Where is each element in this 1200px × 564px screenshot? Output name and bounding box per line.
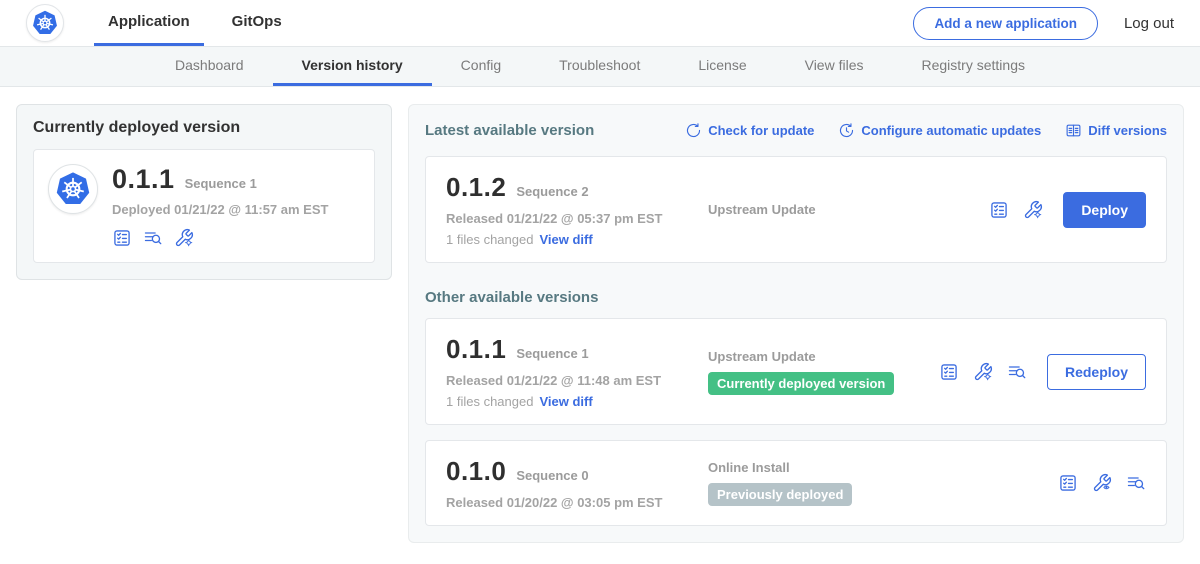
version-row-0.1.2: 0.1.2 Sequence 2 Released 01/21/22 @ 05:… (425, 156, 1167, 263)
diff-icon (1065, 122, 1082, 139)
header-tab-gitops[interactable]: GitOps (218, 0, 296, 46)
logout-link[interactable]: Log out (1124, 15, 1174, 32)
kubernetes-logo-icon (31, 9, 59, 37)
subnav-tab-registry-settings[interactable]: Registry settings (893, 47, 1054, 86)
version-sequence: Sequence 2 (516, 184, 588, 199)
view-logs-icon[interactable] (143, 228, 163, 248)
view-diff-link[interactable]: View diff (539, 394, 592, 409)
refresh-icon (685, 122, 702, 139)
release-notes-icon[interactable] (112, 228, 132, 248)
app-subnav: Dashboard Version history Config Trouble… (0, 46, 1200, 87)
version-row-0.1.0: 0.1.0 Sequence 0 Released 01/20/22 @ 03:… (425, 440, 1167, 526)
scheduled-update-icon (838, 122, 855, 139)
subnav-tab-config[interactable]: Config (432, 47, 530, 86)
edit-config-icon[interactable] (1023, 200, 1043, 220)
subnav-tab-dashboard[interactable]: Dashboard (146, 47, 273, 86)
subnav-tab-view-files[interactable]: View files (776, 47, 893, 86)
version-row-0.1.1: 0.1.1 Sequence 1 Released 01/21/22 @ 11:… (425, 318, 1167, 425)
version-sequence: Sequence 1 (516, 346, 588, 361)
configure-automatic-updates-link[interactable]: Configure automatic updates (838, 122, 1041, 139)
top-header: Application GitOps Add a new application… (0, 0, 1200, 46)
diff-versions-link[interactable]: Diff versions (1065, 122, 1167, 139)
edit-config-icon[interactable] (973, 362, 993, 382)
subnav-tab-license[interactable]: License (669, 47, 775, 86)
version-source: Upstream Update (708, 349, 816, 364)
previously-deployed-badge: Previously deployed (708, 483, 852, 506)
add-application-button[interactable]: Add a new application (913, 7, 1098, 40)
version-released: Released 01/21/22 @ 11:48 am EST (446, 373, 708, 388)
deploy-button[interactable]: Deploy (1063, 192, 1146, 228)
version-number: 0.1.1 (446, 334, 506, 365)
files-changed: 1 files changedView diff (446, 232, 708, 247)
version-released: Released 01/21/22 @ 05:37 pm EST (446, 211, 708, 226)
deployed-version-card: 0.1.1 Sequence 1 Deployed 01/21/22 @ 11:… (33, 149, 375, 263)
deployed-timestamp: Deployed 01/21/22 @ 11:57 am EST (112, 202, 328, 217)
view-logs-icon[interactable] (1126, 473, 1146, 493)
release-notes-icon[interactable] (989, 200, 1009, 220)
subnav-tab-troubleshoot[interactable]: Troubleshoot (530, 47, 669, 86)
main-content: Currently deployed version (0, 87, 1200, 543)
version-history-panel: Latest available version Check for updat… (408, 104, 1184, 543)
version-source: Upstream Update (708, 202, 816, 217)
deployed-sequence: Sequence 1 (185, 176, 257, 191)
release-notes-icon[interactable] (939, 362, 959, 382)
subnav-tab-version-history[interactable]: Version history (273, 47, 432, 86)
kubernetes-logo[interactable] (26, 4, 64, 42)
header-tab-application[interactable]: Application (94, 0, 204, 46)
currently-deployed-title: Currently deployed version (33, 119, 375, 137)
app-logo (48, 164, 98, 214)
version-number: 0.1.0 (446, 456, 506, 487)
check-for-update-link[interactable]: Check for update (685, 122, 814, 139)
other-versions-heading: Other available versions (425, 289, 1167, 306)
currently-deployed-badge: Currently deployed version (708, 372, 894, 395)
view-config-icon[interactable] (1092, 473, 1112, 493)
view-logs-icon[interactable] (1007, 362, 1027, 382)
version-sequence: Sequence 0 (516, 468, 588, 483)
deployed-version-info: 0.1.1 Sequence 1 Deployed 01/21/22 @ 11:… (112, 164, 328, 248)
currently-deployed-card: Currently deployed version (16, 104, 392, 280)
version-released: Released 01/20/22 @ 03:05 pm EST (446, 495, 708, 510)
latest-available-heading: Latest available version (425, 122, 594, 139)
release-notes-icon[interactable] (1058, 473, 1078, 493)
version-source: Online Install (708, 460, 790, 475)
deployed-version-number: 0.1.1 (112, 164, 175, 195)
version-number: 0.1.2 (446, 172, 506, 203)
edit-config-icon[interactable] (174, 228, 194, 248)
redeploy-button[interactable]: Redeploy (1047, 354, 1146, 390)
files-changed: 1 files changedView diff (446, 394, 708, 409)
kubernetes-app-icon (54, 170, 92, 208)
view-diff-link[interactable]: View diff (539, 232, 592, 247)
